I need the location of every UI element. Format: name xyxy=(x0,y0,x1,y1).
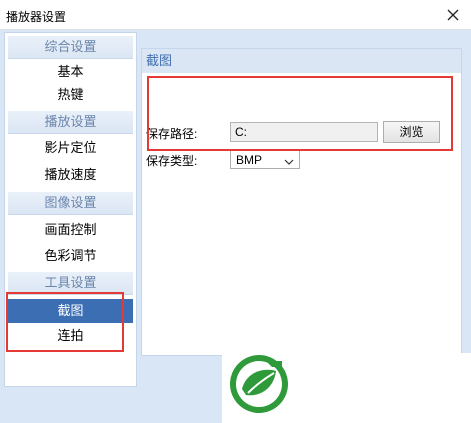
group-header-tools: 工具设置 xyxy=(8,272,133,295)
save-path-input[interactable] xyxy=(230,122,378,142)
group-header-playback: 播放设置 xyxy=(8,111,133,134)
sidebar-item-screenshot[interactable]: 截图 xyxy=(8,299,133,323)
settings-sidebar: 综合设置 基本 热键 播放设置 影片定位 播放速度 图像设置 画面控制 色彩调节… xyxy=(4,32,137,387)
sidebar-item-picture-control[interactable]: 画面控制 xyxy=(8,218,133,242)
group-header-image: 图像设置 xyxy=(8,192,133,215)
window-title: 播放器设置 xyxy=(6,10,67,24)
sidebar-item-speed[interactable]: 播放速度 xyxy=(8,163,133,187)
save-type-label: 保存类型: xyxy=(146,154,198,168)
dialog-body: 综合设置 基本 热键 播放设置 影片定位 播放速度 图像设置 画面控制 色彩调节… xyxy=(0,30,471,423)
chevron-down-icon xyxy=(284,155,294,169)
sidebar-item-seek[interactable]: 影片定位 xyxy=(8,136,133,160)
panel-title: 截图 xyxy=(142,49,461,73)
group-header-general: 综合设置 xyxy=(8,36,133,59)
sidebar-item-color-adjust[interactable]: 色彩调节 xyxy=(8,244,133,268)
save-path-label: 保存路径: xyxy=(146,127,198,141)
screenshot-settings-panel: 截图 保存路径: 浏览 保存类型: BMP xyxy=(141,48,462,356)
logo-area xyxy=(222,353,471,423)
sidebar-item-basic[interactable]: 基本 xyxy=(8,60,133,84)
close-icon[interactable] xyxy=(443,5,463,25)
save-type-value: BMP xyxy=(236,153,263,167)
sidebar-item-burst[interactable]: 连拍 xyxy=(8,324,133,348)
sidebar-item-hotkeys[interactable]: 热键 xyxy=(8,83,133,107)
leaf-logo-icon xyxy=(228,353,290,418)
save-type-select[interactable]: BMP xyxy=(230,149,300,169)
browse-button[interactable]: 浏览 xyxy=(383,121,440,143)
title-bar: 播放器设置 xyxy=(0,0,471,30)
